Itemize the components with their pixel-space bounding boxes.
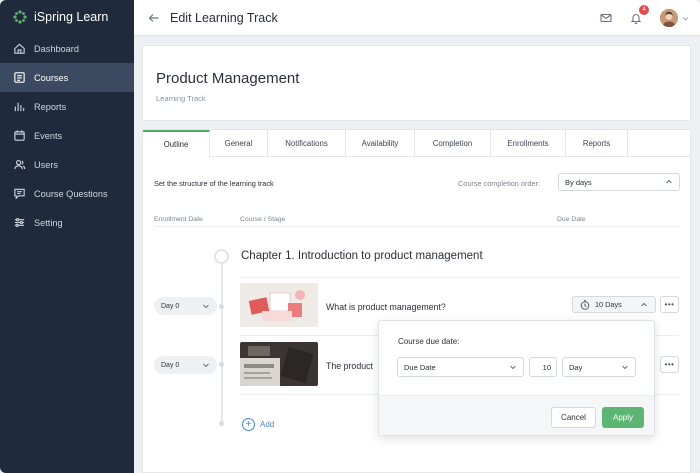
timer-icon (580, 300, 590, 310)
tab-enrollments[interactable]: Enrollments (491, 130, 566, 157)
due-date-select[interactable]: 10 Days (572, 296, 656, 313)
bell-icon[interactable]: 4 (628, 5, 649, 26)
back-arrow-icon[interactable] (148, 11, 162, 25)
topbar: Edit Learning Track 4 (134, 0, 700, 36)
due-date-value: 10 Days (595, 300, 622, 309)
sidebar: iSpring Learn Dashboard Courses Reports (0, 0, 134, 473)
tab-completion[interactable]: Completion (415, 130, 491, 157)
chevron-down-icon (509, 363, 517, 371)
sidebar-item-course-questions[interactable]: Course Questions (0, 179, 134, 208)
course-title[interactable]: The product (326, 361, 373, 371)
timeline-dot (219, 304, 224, 309)
due-date-number-input[interactable]: 10 (529, 357, 557, 377)
avatar[interactable] (660, 9, 678, 27)
sidebar-item-dashboard[interactable]: Dashboard (0, 34, 134, 63)
tab-availability[interactable]: Availability (346, 130, 415, 157)
popover-title: Course due date: (398, 337, 460, 346)
due-date-type-select[interactable]: Due Date (397, 357, 524, 377)
sidebar-item-reports[interactable]: Reports (0, 92, 134, 121)
row-divider (240, 277, 679, 278)
course-thumbnail[interactable] (240, 342, 318, 386)
enrollment-day-select[interactable]: Day 0 (154, 297, 217, 315)
due-date-unit-select[interactable]: Day (562, 357, 636, 377)
sidebar-item-label: Dashboard (34, 43, 79, 54)
completion-order-value: By days (565, 177, 592, 187)
col-course-stage: Course / Stage (240, 216, 286, 223)
home-icon (12, 42, 26, 56)
due-date-unit-value: Day (569, 362, 583, 372)
due-date-number-value: 10 (542, 362, 551, 372)
courses-icon (12, 71, 26, 85)
sidebar-item-label: Reports (34, 101, 67, 112)
sidebar-item-label: Users (34, 159, 58, 170)
chevron-down-icon[interactable] (682, 14, 690, 22)
brand[interactable]: iSpring Learn (0, 0, 134, 34)
tab-bar: Outline General Notifications Availabili… (143, 130, 690, 157)
timeline-dot (219, 421, 224, 426)
tab-outline[interactable]: Outline (143, 130, 210, 157)
users-icon (12, 158, 26, 172)
add-label: Add (260, 420, 275, 429)
sidebar-item-label: Setting (34, 217, 63, 228)
more-options-button[interactable]: ••• (660, 296, 679, 313)
sidebar-item-label: Course Questions (34, 188, 108, 199)
chevron-down-icon (621, 363, 629, 371)
chevron-up-icon (640, 301, 648, 309)
timeline-dot (219, 362, 224, 367)
completion-order-select[interactable]: By days (558, 173, 680, 191)
chapter-marker (214, 249, 229, 264)
course-thumbnail[interactable] (240, 283, 318, 327)
sliders-icon (12, 216, 26, 230)
sidebar-item-label: Courses (34, 72, 69, 83)
chevron-up-icon (665, 178, 673, 186)
reports-icon (12, 100, 26, 114)
timeline-line (221, 257, 223, 425)
more-icon: ••• (664, 300, 675, 309)
tab-reports[interactable]: Reports (566, 130, 628, 157)
track-subtitle: Learning Track (156, 94, 206, 103)
sidebar-item-courses[interactable]: Courses (0, 63, 134, 92)
day-value: Day 0 (161, 302, 180, 310)
track-title: Product Management (156, 70, 300, 87)
chat-icon (12, 187, 26, 201)
structure-label: Set the structure of the learning track (154, 179, 274, 188)
due-date-type-value: Due Date (404, 362, 436, 372)
sidebar-item-users[interactable]: Users (0, 150, 134, 179)
sidebar-item-events[interactable]: Events (0, 121, 134, 150)
cancel-button[interactable]: Cancel (551, 407, 596, 428)
tab-general[interactable]: General (210, 130, 268, 157)
calendar-icon (12, 129, 26, 143)
chevron-down-icon (202, 302, 210, 310)
more-options-button[interactable]: ••• (660, 356, 679, 373)
sidebar-item-label: Events (34, 130, 63, 141)
chapter-title[interactable]: Chapter 1. Introduction to product manag… (241, 250, 483, 262)
app-name: iSpring Learn (34, 10, 109, 24)
app-window: iSpring Learn Dashboard Courses Reports (0, 0, 700, 473)
completion-order-label: Course completion order: (458, 179, 540, 188)
plus-icon: + (242, 418, 255, 431)
tab-notifications[interactable]: Notifications (268, 130, 346, 157)
course-title[interactable]: What is product management? (326, 302, 446, 312)
day-value: Day 0 (161, 361, 180, 369)
more-icon: ••• (664, 360, 675, 369)
notification-badge: 4 (639, 5, 649, 15)
enrollment-day-select[interactable]: Day 0 (154, 356, 217, 374)
add-button[interactable]: + Add (242, 418, 274, 431)
col-enrollment-date: Enrollment Date (154, 216, 203, 223)
sidebar-item-setting[interactable]: Setting (0, 208, 134, 237)
page-title: Edit Learning Track (170, 10, 278, 25)
ispring-logo-icon (13, 10, 27, 24)
apply-button[interactable]: Apply (602, 407, 644, 428)
header-divider (154, 226, 679, 227)
due-date-popover: Course due date: Due Date 10 Day Cancel … (378, 320, 655, 436)
chevron-down-icon (202, 361, 210, 369)
col-due-date: Due Date (557, 216, 586, 223)
track-header: Product Management Learning Track (142, 45, 691, 121)
mail-icon[interactable] (598, 10, 614, 26)
